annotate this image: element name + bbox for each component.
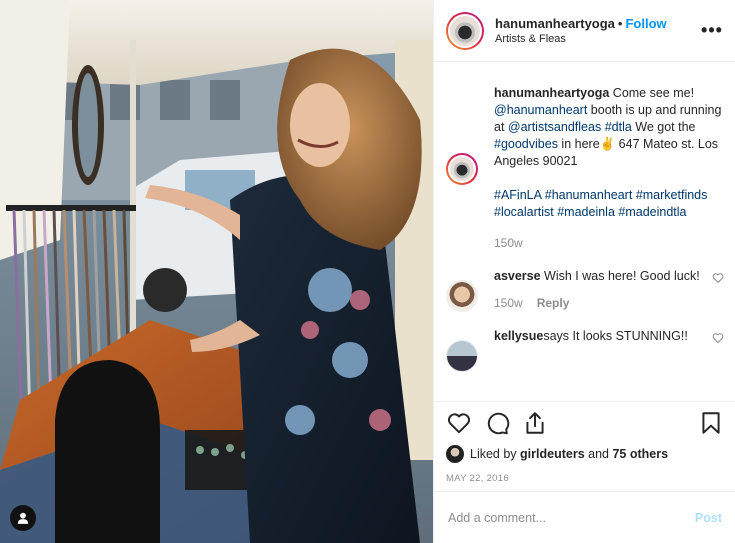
- comments-list[interactable]: hanumanheartyoga Come see me! @hanumanhe…: [434, 63, 735, 401]
- liked-by-prefix: Liked by: [470, 447, 517, 461]
- liked-by-others[interactable]: 75 others: [612, 447, 668, 461]
- post-actions: Liked by girldeuters and 75 others MAY 2…: [434, 401, 735, 484]
- author-avatar[interactable]: [446, 11, 484, 50]
- comment-item: asverse Wish I was here! Good luck! 150w…: [446, 252, 724, 312]
- liked-by-user[interactable]: girldeuters: [520, 447, 585, 461]
- liker-avatar[interactable]: [446, 445, 464, 463]
- post-details-panel: hanumanheartyoga • Follow Artists & Fleas …: [433, 0, 735, 543]
- reply-button[interactable]: Reply: [537, 296, 570, 310]
- author-username[interactable]: hanumanheartyoga: [495, 16, 615, 31]
- comment-input[interactable]: [448, 510, 695, 525]
- caption-avatar[interactable]: [446, 153, 478, 185]
- hashtag-link[interactable]: #dtla: [605, 120, 632, 134]
- commenter-avatar[interactable]: [446, 340, 478, 372]
- follow-button[interactable]: Follow: [625, 16, 666, 31]
- instagram-post-modal: hanumanheartyoga • Follow Artists & Fleas …: [0, 0, 735, 543]
- separator-dot: •: [617, 16, 623, 31]
- hashtag-link[interactable]: #hanumanheart: [545, 188, 633, 202]
- like-comment-heart-icon[interactable]: [712, 332, 724, 344]
- hashtag-link[interactable]: #localartist: [494, 205, 554, 219]
- more-options-icon[interactable]: •••: [701, 20, 723, 41]
- comment-username[interactable]: kellysue: [494, 329, 543, 343]
- comment-text: says It looks STUNNING!!: [543, 329, 688, 343]
- caption-text: We got the: [631, 120, 696, 134]
- hashtag-link[interactable]: #marketfinds: [636, 188, 708, 202]
- hashtag-link[interactable]: #madeindtla: [618, 205, 686, 219]
- hashtag-link[interactable]: #madeinla: [557, 205, 615, 219]
- post-date[interactable]: MAY 22, 2016: [446, 473, 724, 484]
- user-tag-icon: [17, 512, 29, 524]
- liked-by-and: and: [588, 447, 609, 461]
- comment-age[interactable]: 150w: [494, 296, 523, 310]
- post-header: hanumanheartyoga • Follow Artists & Fleas …: [434, 0, 735, 62]
- post-location[interactable]: Artists & Fleas: [495, 33, 701, 45]
- bookmark-icon[interactable]: [698, 410, 724, 436]
- commenter-avatar[interactable]: [446, 280, 478, 312]
- share-icon[interactable]: [522, 410, 548, 436]
- caption-text: Come see me!: [609, 86, 695, 100]
- mention-link[interactable]: @hanumanheart: [494, 103, 587, 117]
- comment-username[interactable]: asverse: [494, 269, 541, 283]
- caption-hashtags: #AFinLA #hanumanheart #marketfinds #loca…: [494, 187, 724, 221]
- likes-summary: Liked by girldeuters and 75 others: [446, 444, 724, 464]
- heart-icon[interactable]: [446, 410, 472, 436]
- hashtag-link[interactable]: #AFinLA: [494, 188, 541, 202]
- comment-text: Wish I was here! Good luck!: [540, 269, 700, 283]
- comment-composer: Post: [434, 491, 735, 543]
- comment-icon[interactable]: [484, 410, 510, 436]
- post-photo[interactable]: [0, 0, 433, 543]
- comment-item: kellysuesays It looks STUNNING!!: [446, 312, 724, 372]
- caption-username[interactable]: hanumanheartyoga: [494, 86, 609, 100]
- caption-age[interactable]: 150w: [494, 236, 523, 250]
- caption: hanumanheartyoga Come see me! @hanumanhe…: [446, 63, 724, 252]
- user-tag-button[interactable]: [10, 505, 36, 531]
- like-comment-heart-icon[interactable]: [712, 272, 724, 284]
- photo-illustration: [0, 0, 433, 543]
- hashtag-link[interactable]: #goodvibes: [494, 137, 558, 151]
- post-comment-button[interactable]: Post: [695, 511, 722, 525]
- mention-link[interactable]: @artistsandfleas: [508, 120, 601, 134]
